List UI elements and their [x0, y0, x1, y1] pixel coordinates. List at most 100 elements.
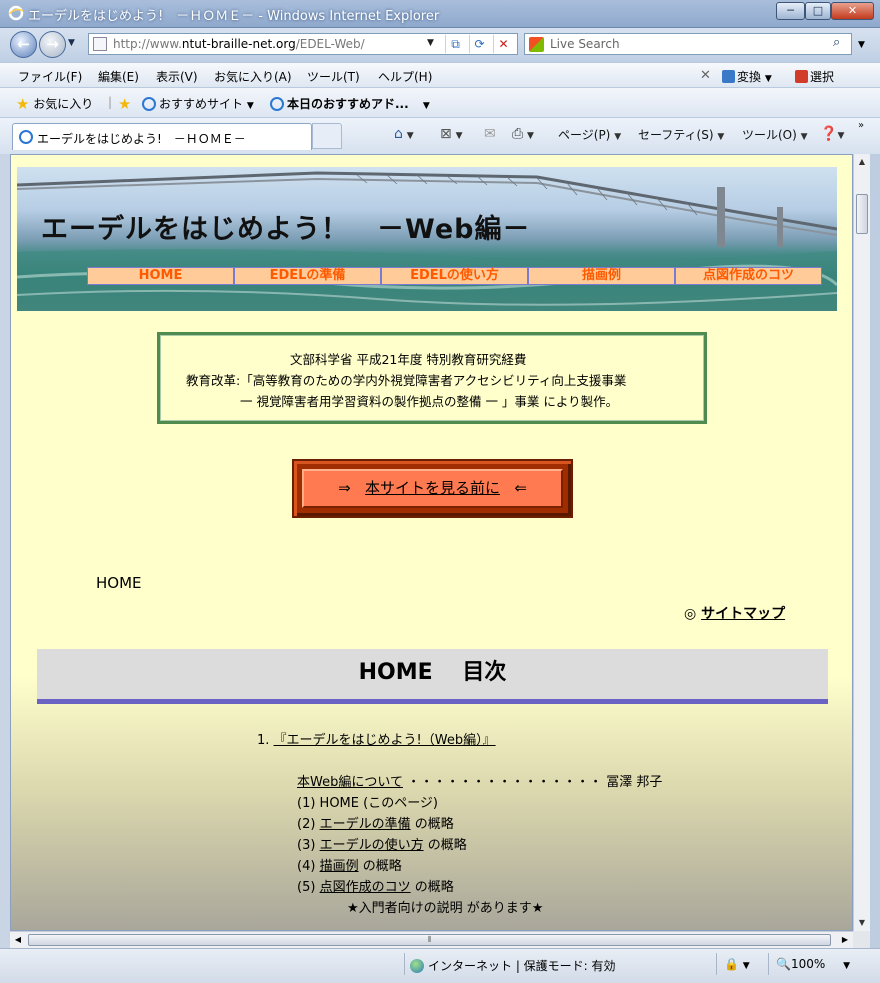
ie-icon	[19, 130, 33, 144]
scroll-up-icon[interactable]: ▲	[854, 154, 870, 170]
toc-link-usage[interactable]: エーデルの使い方	[320, 838, 424, 853]
tab-current[interactable]: エーデルをはじめよう! －ＨＯＭＥ－	[12, 123, 312, 150]
close-toolbar-icon[interactable]: ✕	[700, 68, 711, 83]
toc-note: ★入門者向けの説明 があります★	[347, 901, 544, 916]
ie-logo-icon	[8, 5, 24, 21]
home-button[interactable]: ⌂ ▼	[394, 126, 414, 142]
funding-line-2: 教育改革:「高等教育のための学内外視覚障害者アクセシビリティ向上支援事業	[186, 373, 627, 388]
nav-tips[interactable]: 点図作成のコツ	[675, 267, 822, 285]
search-box[interactable]: Live Search ⌕	[524, 33, 852, 55]
menu-view[interactable]: 表示(V)	[156, 68, 198, 85]
favorites-bar: ★ お気に入り | ★ おすすめサイト ▼ 本日のおすすめアド... ▼	[0, 88, 880, 118]
toc-link-preparation[interactable]: エーデルの準備	[320, 817, 411, 832]
horizontal-scroll-thumb[interactable]: ⦀	[28, 934, 831, 946]
toc-link-about[interactable]: 本Web編について	[297, 775, 403, 790]
printer-icon: ⎙	[512, 126, 524, 142]
before-viewing-button[interactable]: ⇒ 本サイトを見る前に ⇐	[292, 459, 573, 518]
new-tab-button[interactable]	[312, 123, 342, 149]
search-options-dropdown-icon[interactable]: ▼	[858, 40, 865, 50]
select-button[interactable]: 選択	[795, 68, 834, 85]
address-toolbar: ← → ▼ http://www.ntut-braille-net.org/ED…	[0, 28, 880, 62]
ie-icon	[270, 97, 284, 111]
favorites-separator: |	[108, 95, 113, 109]
window-title-bar[interactable]: エーデルをはじめよう! －ＨＯＭＥ－ - Windows Internet Ex…	[0, 0, 880, 28]
protected-mode-icon[interactable]: 🔒 ▼	[724, 957, 750, 971]
sitemap-link[interactable]: ◎ サイトマップ	[684, 603, 785, 623]
toc-line-2: (2) エーデルの準備 の概略	[297, 817, 454, 832]
menu-bar: ファイル(F) 編集(E) 表示(V) お気に入り(A) ツール(T) ヘルプ(…	[0, 62, 880, 88]
tools-menu[interactable]: ツール(O) ▼	[742, 126, 808, 143]
nav-home[interactable]: HOME	[87, 267, 234, 285]
todays-pick-button[interactable]: 本日のおすすめアド... ▼	[270, 95, 430, 112]
address-url[interactable]: http://www.ntut-braille-net.org/EDEL-Web…	[113, 37, 365, 51]
star-icon: ★	[16, 95, 30, 113]
print-button[interactable]: ⎙ ▼	[512, 126, 534, 142]
more-commands-icon[interactable]: »	[858, 120, 864, 131]
address-bar[interactable]: http://www.ntut-braille-net.org/EDEL-Web…	[88, 33, 518, 55]
compatibility-view-icon[interactable]: ⧉	[445, 35, 465, 53]
todays-pick-dropdown-icon: ▼	[422, 101, 430, 111]
toc-line-3: (3) エーデルの使い方 の概略	[297, 838, 467, 853]
suggested-sites-dropdown-icon: ▼	[246, 101, 254, 111]
tab-title: エーデルをはじめよう! －ＨＯＭＥ－	[37, 132, 246, 146]
zoom-icon: 🔍	[776, 957, 791, 971]
search-icon[interactable]: ⌕	[833, 35, 840, 50]
page-menu[interactable]: ページ(P) ▼	[558, 126, 621, 143]
forward-button[interactable]: →	[39, 31, 66, 58]
scroll-down-icon[interactable]: ▼	[854, 915, 870, 931]
toc-line-5: (5) 点図作成のコツ の概略	[297, 880, 454, 895]
convert-dropdown-icon: ▼	[764, 74, 772, 84]
toc-line-1: (1) HOME (このページ)	[297, 796, 439, 811]
favorites-button[interactable]: ★ お気に入り	[16, 95, 93, 113]
safety-menu[interactable]: セーフティ(S) ▼	[638, 126, 724, 143]
toc-link-web-edition[interactable]: 『エーデルをはじめよう!（Web編）』	[274, 733, 496, 748]
history-dropdown-icon[interactable]: ▼	[68, 38, 75, 48]
status-bar: インターネット | 保護モード: 有効 🔒 ▼ 🔍100% ▼	[0, 948, 880, 983]
globe-icon	[410, 959, 424, 973]
scroll-right-icon[interactable]: ▶	[837, 932, 853, 948]
security-zone[interactable]: インターネット | 保護モード: 有効	[410, 957, 616, 974]
menu-edit[interactable]: 編集(E)	[98, 68, 139, 85]
convert-button[interactable]: 変換 ▼	[722, 68, 772, 85]
menu-favorites[interactable]: お気に入り(A)	[214, 68, 292, 85]
toc-item-1: 1. 『エーデルをはじめよう!（Web編）』	[257, 733, 496, 748]
feeds-button[interactable]: ⊠ ▼	[440, 126, 462, 142]
breadcrumb: HOME	[96, 574, 142, 592]
help-icon: ❓	[820, 126, 838, 142]
nav-drawing-examples[interactable]: 描画例	[528, 267, 675, 285]
maximize-button[interactable]: □	[805, 2, 831, 20]
search-input[interactable]: Live Search	[550, 37, 620, 51]
nav-usage[interactable]: EDELの使い方	[381, 267, 528, 285]
arrow-left-icon: ←	[17, 35, 30, 53]
horizontal-scrollbar[interactable]: ◀ ⦀ ▶	[10, 931, 853, 948]
address-dropdown-icon[interactable]: ▼	[427, 38, 434, 48]
rss-icon: ⊠	[440, 126, 452, 142]
stop-icon[interactable]: ✕	[493, 35, 513, 53]
arrow-right-icon: →	[46, 35, 59, 53]
mail-button[interactable]: ✉	[484, 126, 496, 142]
nav-preparation[interactable]: EDELの準備	[234, 267, 381, 285]
convert-icon	[722, 70, 735, 83]
toc-link-tips[interactable]: 点図作成のコツ	[320, 880, 411, 895]
help-button[interactable]: ❓▼	[820, 126, 844, 142]
arrow-left-icon: ⇐	[514, 479, 527, 497]
window-title: エーデルをはじめよう! －ＨＯＭＥ－ - Windows Internet Ex…	[28, 9, 440, 24]
site-banner: エーデルをはじめよう！ －Web編－ HOME EDELの準備 EDELの使い方…	[17, 167, 837, 311]
scroll-left-icon[interactable]: ◀	[10, 932, 26, 948]
back-button[interactable]: ←	[10, 31, 37, 58]
add-favorites-icon[interactable]: ★	[118, 95, 131, 113]
minimize-button[interactable]: ─	[776, 2, 805, 20]
funding-line-1: 文部科学省 平成21年度 特別教育研究経費	[290, 352, 527, 367]
suggested-sites-button[interactable]: おすすめサイト ▼	[142, 95, 254, 112]
refresh-icon[interactable]: ⟳	[469, 35, 489, 53]
menu-file[interactable]: ファイル(F)	[18, 68, 82, 85]
menu-tools[interactable]: ツール(T)	[307, 68, 360, 85]
close-button[interactable]: ✕	[831, 2, 874, 20]
toc-link-drawing-examples[interactable]: 描画例	[320, 859, 359, 874]
page-viewport[interactable]: エーデルをはじめよう！ －Web編－ HOME EDELの準備 EDELの使い方…	[10, 154, 853, 931]
vertical-scroll-thumb[interactable]	[856, 194, 868, 234]
before-viewing-link[interactable]: 本サイトを見る前に	[365, 479, 500, 497]
zoom-control[interactable]: 🔍100% ▼	[776, 957, 850, 971]
vertical-scrollbar[interactable]: ▲ ▼	[853, 154, 870, 931]
menu-help[interactable]: ヘルプ(H)	[378, 68, 432, 85]
